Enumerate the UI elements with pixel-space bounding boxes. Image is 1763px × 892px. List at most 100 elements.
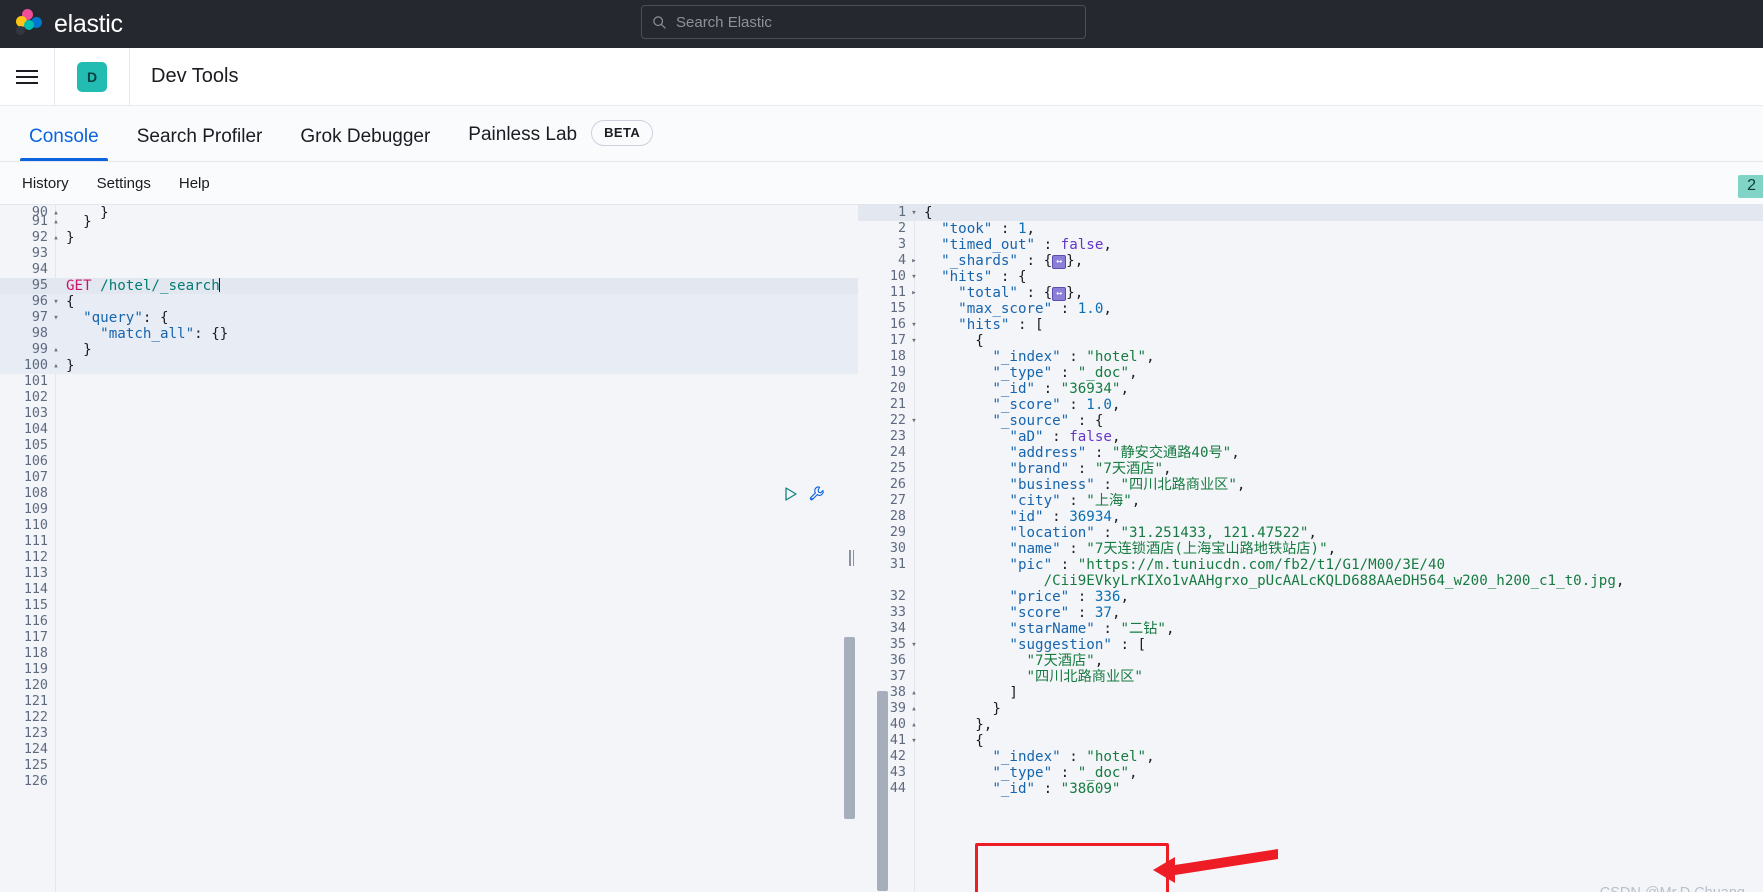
fold-toggle-icon[interactable] bbox=[908, 669, 920, 685]
fold-toggle-icon[interactable] bbox=[50, 758, 62, 774]
fold-toggle-icon[interactable] bbox=[908, 477, 920, 493]
fold-toggle-icon[interactable] bbox=[50, 502, 62, 518]
editor-line[interactable]: 102 bbox=[0, 390, 858, 406]
editor-line[interactable]: 117 bbox=[0, 630, 858, 646]
editor-line[interactable]: 126 bbox=[0, 774, 858, 790]
editor-line[interactable]: 110 bbox=[0, 518, 858, 534]
editor-line[interactable]: 124 bbox=[0, 742, 858, 758]
fold-toggle-icon[interactable] bbox=[50, 470, 62, 486]
fold-toggle-icon[interactable]: ▴ bbox=[50, 230, 62, 246]
collapsed-object-marker[interactable]: ↔ bbox=[1052, 287, 1067, 301]
fold-toggle-icon[interactable] bbox=[50, 550, 62, 566]
fold-toggle-icon[interactable] bbox=[50, 278, 62, 294]
fold-toggle-icon[interactable]: ▴ bbox=[908, 685, 920, 701]
fold-toggle-icon[interactable] bbox=[50, 726, 62, 742]
fold-toggle-icon[interactable] bbox=[50, 422, 62, 438]
fold-toggle-icon[interactable]: ▴ bbox=[50, 205, 62, 218]
fold-toggle-icon[interactable] bbox=[50, 534, 62, 550]
fold-toggle-icon[interactable] bbox=[908, 301, 920, 317]
fold-toggle-icon[interactable] bbox=[908, 525, 920, 541]
editor-line[interactable]: 101 bbox=[0, 374, 858, 390]
fold-toggle-icon[interactable] bbox=[50, 742, 62, 758]
fold-toggle-icon[interactable] bbox=[908, 493, 920, 509]
fold-toggle-icon[interactable] bbox=[50, 710, 62, 726]
wrench-icon[interactable] bbox=[808, 485, 826, 503]
editor-line[interactable]: 94 bbox=[0, 262, 858, 278]
editor-line[interactable]: 96 ▾{ bbox=[0, 294, 858, 310]
editor-line[interactable]: 109 bbox=[0, 502, 858, 518]
fold-toggle-icon[interactable] bbox=[50, 678, 62, 694]
fold-toggle-icon[interactable] bbox=[50, 630, 62, 646]
settings-button[interactable]: Settings bbox=[87, 171, 161, 196]
editor-action-buttons[interactable] bbox=[783, 485, 826, 503]
fold-toggle-icon[interactable] bbox=[908, 349, 920, 365]
fold-toggle-icon[interactable]: ▴ bbox=[50, 214, 62, 230]
fold-toggle-icon[interactable]: ▾ bbox=[50, 310, 62, 326]
editor-line[interactable]: 120 bbox=[0, 678, 858, 694]
fold-toggle-icon[interactable] bbox=[50, 454, 62, 470]
editor-line[interactable]: 115 bbox=[0, 598, 858, 614]
fold-toggle-icon[interactable]: ▴ bbox=[50, 358, 62, 374]
fold-toggle-icon[interactable] bbox=[50, 390, 62, 406]
fold-toggle-icon[interactable] bbox=[50, 646, 62, 662]
editor-line[interactable]: 104 bbox=[0, 422, 858, 438]
fold-toggle-icon[interactable] bbox=[908, 381, 920, 397]
fold-toggle-icon[interactable] bbox=[908, 589, 920, 605]
global-search-bar[interactable]: Search Elastic bbox=[641, 5, 1086, 39]
editor-line[interactable]: 107 bbox=[0, 470, 858, 486]
fold-toggle-icon[interactable] bbox=[50, 262, 62, 278]
hamburger-menu-icon[interactable] bbox=[0, 48, 54, 106]
elastic-brand[interactable]: elastic bbox=[0, 9, 123, 39]
fold-toggle-icon[interactable]: ▾ bbox=[908, 413, 920, 429]
editor-line[interactable]: 119 bbox=[0, 662, 858, 678]
fold-toggle-icon[interactable] bbox=[50, 486, 62, 502]
fold-toggle-icon[interactable] bbox=[908, 781, 920, 797]
fold-toggle-icon[interactable] bbox=[908, 429, 920, 445]
fold-toggle-icon[interactable] bbox=[908, 653, 920, 669]
editor-line[interactable]: 114 bbox=[0, 582, 858, 598]
editor-line[interactable]: 95 GET /hotel/_search bbox=[0, 278, 858, 294]
fold-toggle-icon[interactable]: ▴ bbox=[908, 717, 920, 733]
editor-line[interactable]: 90 ▴ } bbox=[0, 205, 858, 221]
editor-line[interactable]: 92 ▴} bbox=[0, 230, 858, 246]
editor-line[interactable]: 118 bbox=[0, 646, 858, 662]
fold-toggle-icon[interactable] bbox=[50, 246, 62, 262]
fold-toggle-icon[interactable] bbox=[908, 365, 920, 381]
editor-line[interactable]: 103 bbox=[0, 406, 858, 422]
editor-line[interactable]: 123 bbox=[0, 726, 858, 742]
fold-toggle-icon[interactable] bbox=[908, 509, 920, 525]
response-vertical-scrollbar[interactable] bbox=[877, 691, 888, 891]
fold-toggle-icon[interactable] bbox=[50, 662, 62, 678]
collapsed-object-marker[interactable]: ↔ bbox=[1052, 255, 1067, 269]
editor-line[interactable]: 116 bbox=[0, 614, 858, 630]
history-button[interactable]: History bbox=[12, 171, 79, 196]
editor-line[interactable]: 106 bbox=[0, 454, 858, 470]
fold-toggle-icon[interactable]: ▾ bbox=[908, 733, 920, 749]
editor-line[interactable]: 108 bbox=[0, 486, 858, 502]
tab-console[interactable]: Console bbox=[10, 126, 118, 161]
fold-toggle-icon[interactable]: ▸ bbox=[908, 253, 920, 269]
fold-toggle-icon[interactable] bbox=[50, 582, 62, 598]
editor-line[interactable]: 99 ▴ } bbox=[0, 342, 858, 358]
fold-toggle-icon[interactable] bbox=[50, 614, 62, 630]
fold-toggle-icon[interactable] bbox=[50, 438, 62, 454]
fold-toggle-icon[interactable]: ▾ bbox=[908, 637, 920, 653]
play-request-icon[interactable] bbox=[783, 486, 799, 502]
tab-painless-lab[interactable]: Painless Lab BETA bbox=[449, 120, 672, 161]
fold-toggle-icon[interactable] bbox=[50, 406, 62, 422]
fold-toggle-icon[interactable] bbox=[908, 749, 920, 765]
tab-search-profiler[interactable]: Search Profiler bbox=[118, 126, 282, 161]
editor-line[interactable]: 105 bbox=[0, 438, 858, 454]
fold-toggle-icon[interactable]: ▾ bbox=[908, 317, 920, 333]
fold-toggle-icon[interactable]: ▴ bbox=[908, 701, 920, 717]
fold-toggle-icon[interactable]: ▴ bbox=[50, 342, 62, 358]
fold-toggle-icon[interactable] bbox=[50, 326, 62, 342]
request-editor-pane[interactable]: 90 ▴ } 91 ▴ } 92 ▴} 93 94 95 GET /hotel/_search 96… bbox=[0, 205, 858, 892]
fold-toggle-icon[interactable] bbox=[908, 621, 920, 637]
fold-toggle-icon[interactable]: ▸ bbox=[908, 285, 920, 301]
fold-toggle-icon[interactable]: ▾ bbox=[908, 205, 920, 221]
editor-line[interactable]: 97 ▾ "query": { bbox=[0, 310, 858, 326]
editor-line[interactable]: 125 bbox=[0, 758, 858, 774]
fold-toggle-icon[interactable] bbox=[908, 765, 920, 781]
editor-line[interactable]: 113 bbox=[0, 566, 858, 582]
